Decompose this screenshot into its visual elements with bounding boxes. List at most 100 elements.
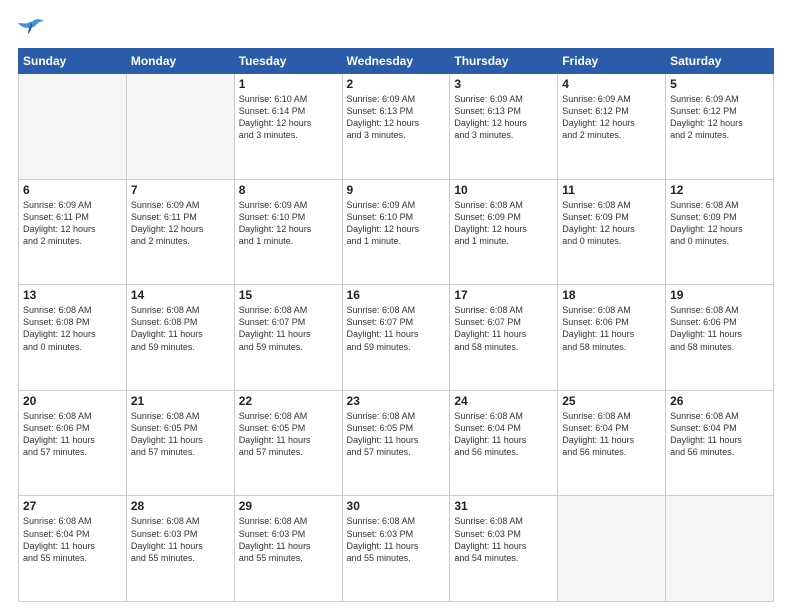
cell-text: Sunrise: 6:08 AM Sunset: 6:09 PM Dayligh… (454, 199, 553, 248)
day-number: 3 (454, 77, 553, 91)
day-number: 8 (239, 183, 338, 197)
calendar-cell: 8 Sunrise: 6:09 AM Sunset: 6:10 PM Daylig… (234, 179, 342, 285)
calendar-cell: 3 Sunrise: 6:09 AM Sunset: 6:13 PM Daylig… (450, 74, 558, 180)
day-number: 5 (670, 77, 769, 91)
day-number: 6 (23, 183, 122, 197)
calendar-cell: 9 Sunrise: 6:09 AM Sunset: 6:10 PM Daylig… (342, 179, 450, 285)
day-number: 27 (23, 499, 122, 513)
cell-text: Sunrise: 6:08 AM Sunset: 6:05 PM Dayligh… (239, 410, 338, 459)
day-number: 29 (239, 499, 338, 513)
day-number: 9 (347, 183, 446, 197)
calendar-cell: 26Sunrise: 6:08 AM Sunset: 6:04 PM Dayli… (666, 390, 774, 496)
cell-text: Sunrise: 6:08 AM Sunset: 6:06 PM Dayligh… (23, 410, 122, 459)
calendar-week-row: 13 Sunrise: 6:08 AM Sunset: 6:08 PM Dayli… (19, 285, 774, 391)
cell-text: Sunrise: 6:09 AM Sunset: 6:11 PM Dayligh… (23, 199, 122, 248)
page-header (18, 18, 774, 40)
cell-text: Sunrise: 6:08 AM Sunset: 6:04 PM Dayligh… (454, 410, 553, 459)
logo (18, 18, 50, 40)
calendar-cell: 4 Sunrise: 6:09 AM Sunset: 6:12 PM Daylig… (558, 74, 666, 180)
calendar-cell (558, 496, 666, 602)
calendar-header-row: SundayMondayTuesdayWednesdayThursdayFrid… (19, 49, 774, 74)
calendar-cell (666, 496, 774, 602)
calendar-cell: 20 Sunrise: 6:08 AM Sunset: 6:06 PM Dayli… (19, 390, 127, 496)
cell-text: Sunrise: 6:08 AM Sunset: 6:08 PM Dayligh… (131, 304, 230, 353)
day-number: 19 (670, 288, 769, 302)
calendar-cell: 30Sunrise: 6:08 AM Sunset: 6:03 PM Dayli… (342, 496, 450, 602)
day-number: 10 (454, 183, 553, 197)
calendar-cell: 24Sunrise: 6:08 AM Sunset: 6:04 PM Dayli… (450, 390, 558, 496)
cell-text: Sunrise: 6:08 AM Sunset: 6:03 PM Dayligh… (239, 515, 338, 564)
cell-text: Sunrise: 6:08 AM Sunset: 6:06 PM Dayligh… (670, 304, 769, 353)
calendar-cell: 13 Sunrise: 6:08 AM Sunset: 6:08 PM Dayli… (19, 285, 127, 391)
day-number: 7 (131, 183, 230, 197)
calendar-cell: 12 Sunrise: 6:08 AM Sunset: 6:09 PM Dayli… (666, 179, 774, 285)
day-number: 17 (454, 288, 553, 302)
cell-text: Sunrise: 6:09 AM Sunset: 6:11 PM Dayligh… (131, 199, 230, 248)
cell-text: Sunrise: 6:09 AM Sunset: 6:10 PM Dayligh… (347, 199, 446, 248)
calendar-cell: 23 Sunrise: 6:08 AM Sunset: 6:05 PM Dayli… (342, 390, 450, 496)
day-number: 11 (562, 183, 661, 197)
day-number: 16 (347, 288, 446, 302)
calendar-cell: 29 Sunrise: 6:08 AM Sunset: 6:03 PM Dayli… (234, 496, 342, 602)
day-number: 2 (347, 77, 446, 91)
calendar-cell: 21 Sunrise: 6:08 AM Sunset: 6:05 PM Dayli… (126, 390, 234, 496)
cell-text: Sunrise: 6:10 AM Sunset: 6:14 PM Dayligh… (239, 93, 338, 142)
day-number: 15 (239, 288, 338, 302)
calendar-cell: 25 Sunrise: 6:08 AM Sunset: 6:04 PM Dayli… (558, 390, 666, 496)
cell-text: Sunrise: 6:08 AM Sunset: 6:07 PM Dayligh… (239, 304, 338, 353)
calendar-cell: 5Sunrise: 6:09 AM Sunset: 6:12 PM Daylig… (666, 74, 774, 180)
day-number: 1 (239, 77, 338, 91)
calendar-week-row: 20 Sunrise: 6:08 AM Sunset: 6:06 PM Dayli… (19, 390, 774, 496)
cell-text: Sunrise: 6:08 AM Sunset: 6:04 PM Dayligh… (562, 410, 661, 459)
calendar-cell: 28 Sunrise: 6:08 AM Sunset: 6:03 PM Dayli… (126, 496, 234, 602)
calendar-cell: 18 Sunrise: 6:08 AM Sunset: 6:06 PM Dayli… (558, 285, 666, 391)
cell-text: Sunrise: 6:08 AM Sunset: 6:07 PM Dayligh… (347, 304, 446, 353)
calendar-cell: 1 Sunrise: 6:10 AM Sunset: 6:14 PM Daylig… (234, 74, 342, 180)
cell-text: Sunrise: 6:08 AM Sunset: 6:03 PM Dayligh… (131, 515, 230, 564)
day-number: 20 (23, 394, 122, 408)
cell-text: Sunrise: 6:08 AM Sunset: 6:04 PM Dayligh… (23, 515, 122, 564)
calendar-header-monday: Monday (126, 49, 234, 74)
calendar-header-tuesday: Tuesday (234, 49, 342, 74)
cell-text: Sunrise: 6:09 AM Sunset: 6:10 PM Dayligh… (239, 199, 338, 248)
calendar-cell: 31Sunrise: 6:08 AM Sunset: 6:03 PM Dayli… (450, 496, 558, 602)
calendar-header-thursday: Thursday (450, 49, 558, 74)
cell-text: Sunrise: 6:08 AM Sunset: 6:09 PM Dayligh… (562, 199, 661, 248)
calendar-cell: 14Sunrise: 6:08 AM Sunset: 6:08 PM Dayli… (126, 285, 234, 391)
day-number: 23 (347, 394, 446, 408)
calendar-cell: 16 Sunrise: 6:08 AM Sunset: 6:07 PM Dayli… (342, 285, 450, 391)
day-number: 13 (23, 288, 122, 302)
day-number: 18 (562, 288, 661, 302)
calendar-header-sunday: Sunday (19, 49, 127, 74)
calendar-cell: 17 Sunrise: 6:08 AM Sunset: 6:07 PM Dayli… (450, 285, 558, 391)
calendar-header-friday: Friday (558, 49, 666, 74)
calendar-cell: 6 Sunrise: 6:09 AM Sunset: 6:11 PM Daylig… (19, 179, 127, 285)
cell-text: Sunrise: 6:08 AM Sunset: 6:08 PM Dayligh… (23, 304, 122, 353)
cell-text: Sunrise: 6:08 AM Sunset: 6:05 PM Dayligh… (347, 410, 446, 459)
calendar-cell: 11 Sunrise: 6:08 AM Sunset: 6:09 PM Dayli… (558, 179, 666, 285)
cell-text: Sunrise: 6:09 AM Sunset: 6:13 PM Dayligh… (347, 93, 446, 142)
cell-text: Sunrise: 6:08 AM Sunset: 6:04 PM Dayligh… (670, 410, 769, 459)
day-number: 4 (562, 77, 661, 91)
cell-text: Sunrise: 6:09 AM Sunset: 6:13 PM Dayligh… (454, 93, 553, 142)
day-number: 28 (131, 499, 230, 513)
calendar-cell: 22 Sunrise: 6:08 AM Sunset: 6:05 PM Dayli… (234, 390, 342, 496)
cell-text: Sunrise: 6:08 AM Sunset: 6:09 PM Dayligh… (670, 199, 769, 248)
calendar-header-wednesday: Wednesday (342, 49, 450, 74)
calendar-table: SundayMondayTuesdayWednesdayThursdayFrid… (18, 48, 774, 602)
calendar-cell: 2 Sunrise: 6:09 AM Sunset: 6:13 PM Daylig… (342, 74, 450, 180)
calendar-cell: 19 Sunrise: 6:08 AM Sunset: 6:06 PM Dayli… (666, 285, 774, 391)
cell-text: Sunrise: 6:08 AM Sunset: 6:03 PM Dayligh… (347, 515, 446, 564)
cell-text: Sunrise: 6:08 AM Sunset: 6:06 PM Dayligh… (562, 304, 661, 353)
cell-text: Sunrise: 6:08 AM Sunset: 6:05 PM Dayligh… (131, 410, 230, 459)
calendar-week-row: 27 Sunrise: 6:08 AM Sunset: 6:04 PM Dayli… (19, 496, 774, 602)
cell-text: Sunrise: 6:08 AM Sunset: 6:07 PM Dayligh… (454, 304, 553, 353)
day-number: 22 (239, 394, 338, 408)
calendar-week-row: 1 Sunrise: 6:10 AM Sunset: 6:14 PM Daylig… (19, 74, 774, 180)
day-number: 21 (131, 394, 230, 408)
day-number: 25 (562, 394, 661, 408)
day-number: 12 (670, 183, 769, 197)
calendar-cell (19, 74, 127, 180)
cell-text: Sunrise: 6:09 AM Sunset: 6:12 PM Dayligh… (562, 93, 661, 142)
day-number: 31 (454, 499, 553, 513)
